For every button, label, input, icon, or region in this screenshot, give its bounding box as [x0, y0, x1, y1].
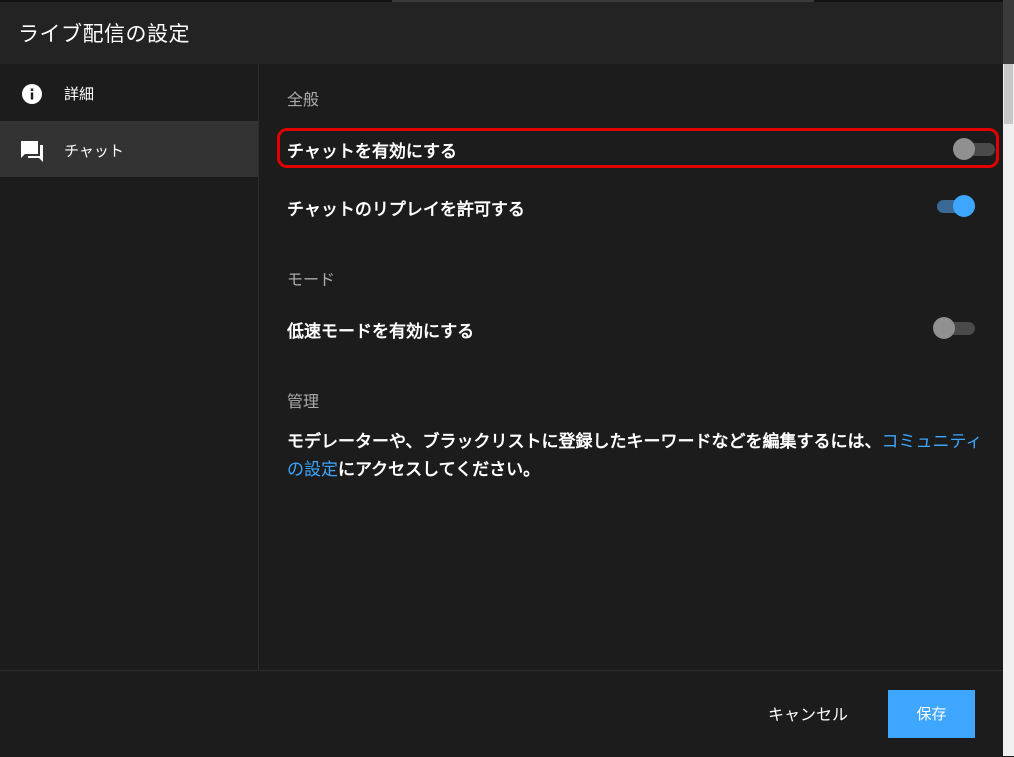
- slow-mode-label: 低速モードを有効にする: [287, 322, 475, 342]
- toggle-knob: [953, 195, 975, 217]
- description-text-end: にアクセスしてください。: [338, 460, 541, 480]
- scrollbar-thumb[interactable]: [1004, 64, 1013, 124]
- enable-chat-toggle[interactable]: [953, 138, 995, 160]
- sidebar-item-details[interactable]: 詳細: [0, 64, 258, 120]
- section-title-mode: モード: [287, 270, 336, 289]
- dialog-title: ライブ配信の設定: [18, 22, 190, 46]
- sidebar-item-label: チャット: [64, 142, 124, 160]
- page-scrollbar[interactable]: [1003, 0, 1014, 756]
- sidebar-item-label: 詳細: [64, 85, 95, 103]
- dialog-header: ライブ配信の設定: [0, 2, 1003, 64]
- dialog-footer: キャンセル 保存: [0, 670, 1003, 757]
- description-text: モデレーターや、ブラックリストに登録したキーワードなどを編集するには、: [287, 432, 882, 452]
- slow-mode-row: 低速モードを有効にする: [277, 308, 999, 348]
- slow-mode-toggle[interactable]: [933, 317, 975, 339]
- chat-replay-label: チャットのリプレイを許可する: [287, 200, 525, 220]
- settings-content: 全般 チャットを有効にする チャットのリプレイを許可する モード 低速モードを有…: [259, 64, 1003, 670]
- toggle-knob: [953, 138, 975, 160]
- sidebar-item-chat[interactable]: チャット: [0, 121, 258, 177]
- live-settings-dialog: ライブ配信の設定 詳細 チャット 全般 チャットを有効にする チャットのリプレイ…: [0, 0, 1003, 757]
- management-description: モデレーターや、ブラックリストに登録したキーワードなどを編集するには、コミュニテ…: [287, 428, 987, 484]
- scrollbar-top: [1003, 0, 1014, 64]
- section-title-management: 管理: [287, 392, 320, 411]
- info-icon: [20, 82, 44, 106]
- sidebar: 詳細 チャット: [0, 64, 259, 670]
- chat-replay-toggle[interactable]: [933, 195, 975, 217]
- toggle-knob: [933, 317, 955, 339]
- enable-chat-row: チャットを有効にする: [277, 128, 999, 168]
- chat-replay-row: チャットのリプレイを許可する: [277, 186, 999, 226]
- section-title-general: 全般: [287, 90, 320, 109]
- cancel-button[interactable]: キャンセル: [752, 691, 864, 739]
- chat-icon: [20, 139, 44, 163]
- save-button[interactable]: 保存: [888, 690, 975, 738]
- enable-chat-label: チャットを有効にする: [287, 142, 457, 162]
